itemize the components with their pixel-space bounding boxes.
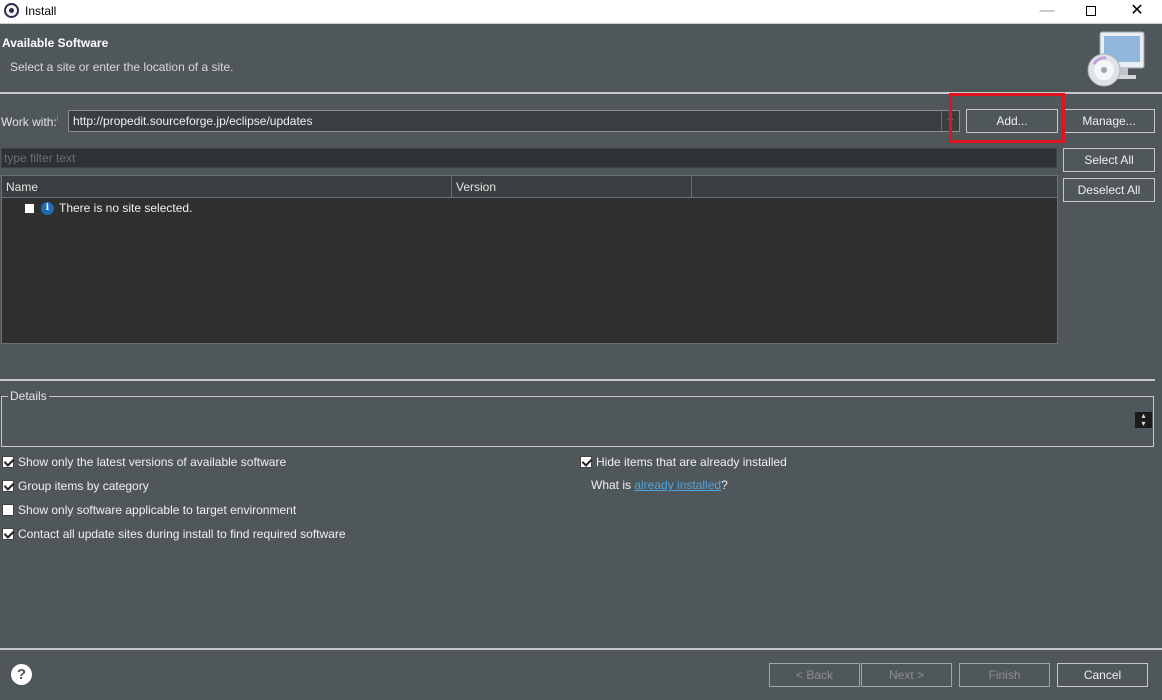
highlight-box bbox=[949, 93, 1065, 143]
hide-installed-option[interactable]: Hide items that are already installed bbox=[580, 454, 980, 470]
column-name[interactable]: Name bbox=[2, 176, 452, 198]
row-text: There is no site selected. bbox=[59, 201, 193, 215]
group-by-category-checkbox[interactable] bbox=[2, 480, 14, 492]
manage-sites-button[interactable]: Manage... bbox=[1063, 109, 1155, 133]
show-latest-checkbox[interactable] bbox=[2, 456, 14, 468]
work-with-combo[interactable]: http://propedit.sourceforge.jp/eclipse/u… bbox=[68, 110, 960, 132]
select-all-button[interactable]: Select All bbox=[1063, 148, 1155, 172]
maximize-button[interactable] bbox=[1068, 0, 1114, 24]
details-group: Details ▴ ▾ bbox=[1, 389, 1154, 447]
wizard-header: Available Software Select a site or ente… bbox=[0, 25, 1162, 93]
group-by-category-option[interactable]: Group items by category bbox=[2, 478, 502, 494]
column-version[interactable]: Version bbox=[452, 176, 692, 198]
back-button[interactable]: < Back bbox=[769, 663, 860, 687]
install-cd-monitor-icon bbox=[1087, 31, 1145, 87]
contact-all-sites-option[interactable]: Contact all update sites during install … bbox=[2, 526, 502, 542]
page-title: Available Software bbox=[2, 36, 109, 50]
what-is-prefix: What is bbox=[591, 478, 635, 492]
deselect-all-button[interactable]: Deselect All bbox=[1063, 178, 1155, 202]
software-table[interactable]: Name Version i There is no site selected… bbox=[1, 175, 1058, 344]
table-header: Name Version bbox=[2, 176, 1057, 198]
info-decoration-icon: i bbox=[56, 114, 59, 123]
cancel-button[interactable]: Cancel bbox=[1057, 663, 1148, 687]
contact-all-sites-label: Contact all update sites during install … bbox=[18, 527, 346, 541]
row-checkbox[interactable] bbox=[24, 203, 35, 214]
details-separator bbox=[0, 379, 1155, 381]
footer-separator bbox=[0, 648, 1162, 650]
details-scroll-spinner[interactable]: ▴ ▾ bbox=[1135, 412, 1152, 428]
next-button[interactable]: Next > bbox=[861, 663, 952, 687]
show-latest-label: Show only the latest versions of availab… bbox=[18, 455, 287, 469]
filter-placeholder: type filter text bbox=[4, 151, 76, 165]
applicable-only-option[interactable]: Show only software applicable to target … bbox=[2, 502, 502, 518]
group-by-category-label: Group items by category bbox=[18, 479, 149, 493]
title-bar: Install — ✕ bbox=[0, 0, 1162, 24]
details-legend: Details bbox=[8, 389, 49, 403]
minimize-button[interactable]: — bbox=[1024, 0, 1070, 24]
hide-installed-checkbox[interactable] bbox=[580, 456, 592, 468]
what-is-suffix: ? bbox=[721, 478, 728, 492]
finish-button[interactable]: Finish bbox=[959, 663, 1050, 687]
show-latest-option[interactable]: Show only the latest versions of availab… bbox=[2, 454, 502, 470]
work-with-label: Work with:i bbox=[1, 114, 59, 129]
maximize-icon bbox=[1086, 6, 1096, 16]
hide-installed-label: Hide items that are already installed bbox=[596, 455, 787, 469]
applicable-only-label: Show only software applicable to target … bbox=[18, 503, 297, 517]
eclipse-app-icon bbox=[4, 3, 19, 18]
close-button[interactable]: ✕ bbox=[1114, 0, 1160, 24]
contact-all-sites-checkbox[interactable] bbox=[2, 528, 14, 540]
filter-input[interactable]: type filter text bbox=[1, 148, 1057, 168]
already-installed-link[interactable]: already installed bbox=[634, 478, 721, 492]
help-icon[interactable]: ? bbox=[11, 664, 32, 685]
page-subtitle: Select a site or enter the location of a… bbox=[10, 60, 234, 74]
window-title: Install bbox=[25, 4, 57, 18]
what-is-installed-text: What is already installed? bbox=[591, 478, 728, 492]
applicable-only-checkbox[interactable] bbox=[2, 504, 14, 516]
info-icon: i bbox=[41, 202, 54, 215]
work-with-value[interactable]: http://propedit.sourceforge.jp/eclipse/u… bbox=[73, 114, 312, 128]
table-row[interactable]: i There is no site selected. bbox=[2, 200, 1057, 218]
